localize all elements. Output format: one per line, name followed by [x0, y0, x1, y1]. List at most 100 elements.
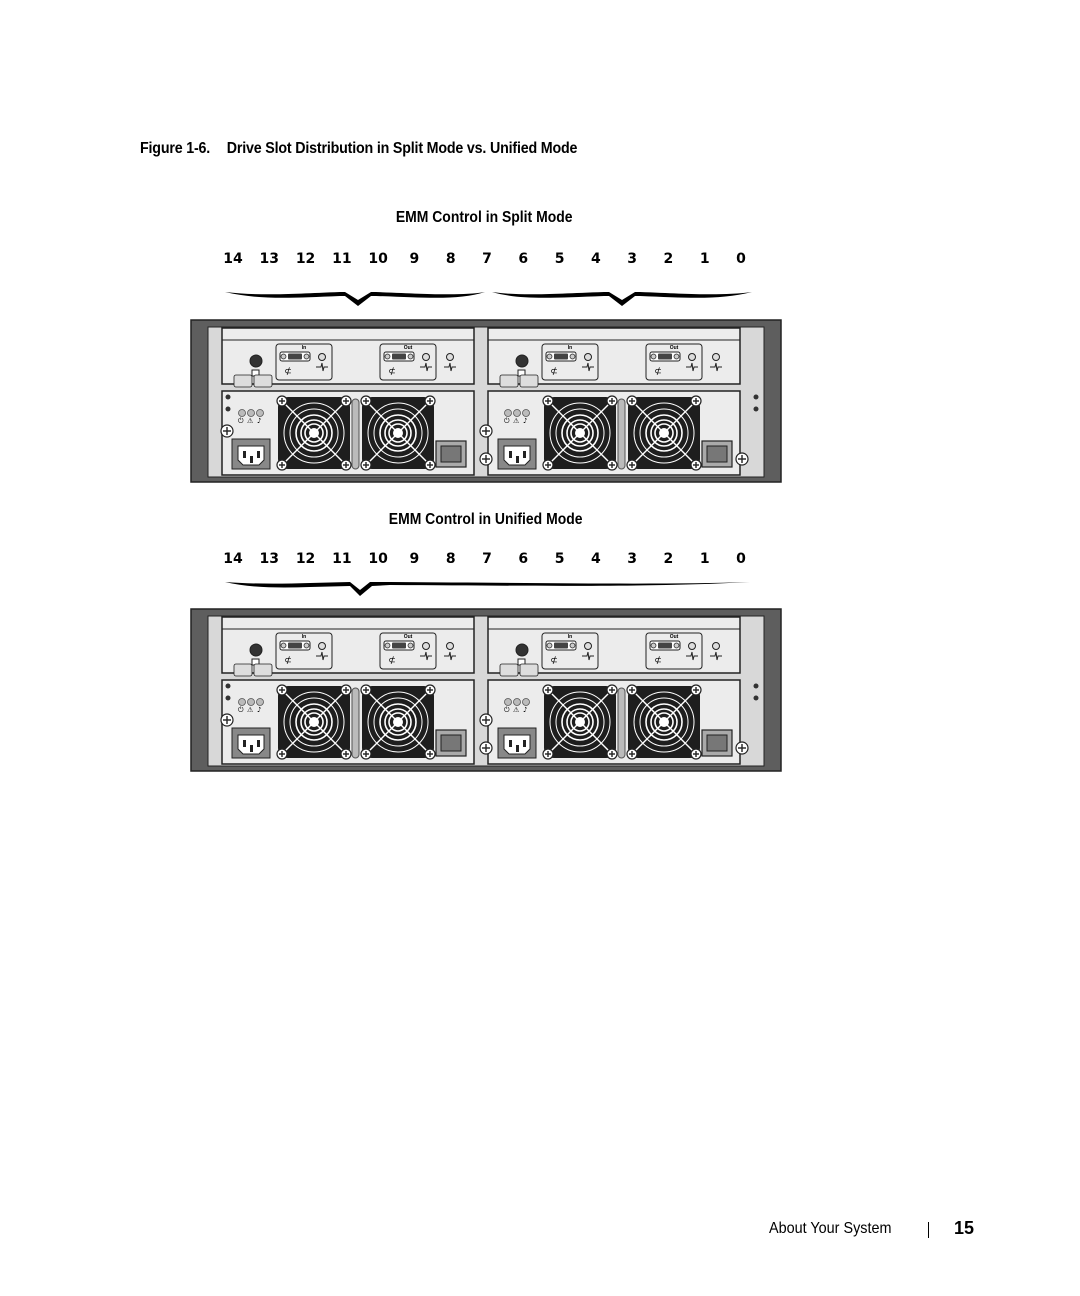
status-led — [422, 353, 430, 361]
screw-icon — [340, 748, 352, 760]
latch-tab — [233, 663, 253, 677]
psu-handle — [617, 687, 626, 759]
slot-number: 5 — [554, 551, 565, 567]
screw-icon — [690, 459, 702, 471]
screw-icon — [626, 395, 638, 407]
psu-status-led — [513, 409, 521, 417]
slot-number: 11 — [332, 251, 352, 267]
cable-icon: ⊄ — [388, 656, 396, 666]
screw-icon — [690, 395, 702, 407]
slot-number: 0 — [736, 551, 746, 567]
status-led — [318, 642, 326, 650]
psu-status-led — [504, 409, 512, 417]
latch-tab — [499, 663, 519, 677]
fan-status-icon: ♪ — [523, 706, 527, 714]
latch-tab — [499, 374, 519, 388]
screw-icon — [360, 459, 372, 471]
sas-connector-icon — [383, 640, 415, 651]
controller-module-left: In ⊄ Out ⊄ ⏻ ⚠ ♪ — [221, 327, 475, 476]
brace-all-slots — [225, 582, 750, 596]
slot-number: 3 — [627, 551, 638, 567]
sas-connector-icon — [545, 351, 577, 362]
slot-number: 7 — [482, 551, 492, 567]
mount-hole — [753, 406, 759, 412]
unified-mode-title: EMM Control in Unified Mode — [388, 511, 583, 528]
mount-hole — [225, 394, 231, 400]
warning-icon: ⚠ — [513, 417, 520, 425]
warning-icon: ⚠ — [247, 706, 254, 714]
port-label: In — [568, 634, 572, 640]
slot-number: 14 — [223, 551, 243, 567]
status-led — [688, 642, 696, 650]
warning-icon: ⚠ — [247, 417, 254, 425]
slot-number: 2 — [663, 551, 674, 567]
screw-icon — [276, 395, 288, 407]
ac-power-inlet-icon — [497, 727, 537, 759]
mount-hole — [225, 695, 231, 701]
screw-icon — [340, 684, 352, 696]
fan-icon — [276, 395, 352, 471]
screw-icon — [424, 395, 436, 407]
screw-icon — [735, 741, 749, 755]
psu-status-led — [238, 409, 246, 417]
serial-port-icon — [249, 354, 263, 368]
controller-module-right: In ⊄ Out ⊄ ⏻ ⚠ ♪ — [487, 327, 741, 476]
psu-status-led — [247, 409, 255, 417]
psu-status-led — [522, 698, 530, 706]
power-icon: ⏻ — [238, 417, 244, 425]
figure-number: Figure 1-6. — [140, 140, 211, 157]
psu-status-led — [256, 698, 264, 706]
screw-icon — [276, 684, 288, 696]
screw-icon — [606, 459, 618, 471]
fan-status-icon: ♪ — [257, 706, 261, 714]
page-number: 15 — [954, 1218, 975, 1238]
slot-number: 10 — [368, 551, 388, 567]
screw-icon — [542, 748, 554, 760]
status-led — [446, 353, 454, 361]
slot-number: 6 — [518, 551, 529, 567]
psu-handle — [351, 398, 360, 470]
screw-icon — [340, 459, 352, 471]
controller-module-right: In ⊄ Out ⊄ ⏻ ⚠ ♪ — [487, 616, 741, 765]
screw-icon — [424, 459, 436, 471]
serial-port-icon — [515, 354, 529, 368]
port-label: In — [302, 345, 306, 351]
ac-power-inlet-icon — [231, 727, 271, 759]
status-led — [446, 642, 454, 650]
screw-icon — [424, 748, 436, 760]
power-switch — [435, 729, 467, 757]
slot-number: 1 — [699, 551, 710, 567]
fan-icon — [626, 395, 702, 471]
cable-icon: ⊄ — [284, 367, 292, 377]
slot-number: 8 — [445, 251, 456, 267]
power-icon: ⏻ — [504, 417, 510, 425]
status-led — [584, 353, 592, 361]
warning-icon: ⚠ — [513, 706, 520, 714]
split-mode-title: EMM Control in Split Mode — [395, 209, 573, 226]
screw-icon — [606, 684, 618, 696]
screw-icon — [542, 684, 554, 696]
screw-icon — [360, 684, 372, 696]
slot-number: 14 — [223, 251, 243, 267]
controller-module-left: In ⊄ Out ⊄ ⏻ ⚠ ♪ — [221, 616, 475, 765]
cable-icon: ⊄ — [550, 367, 558, 377]
screw-icon — [360, 748, 372, 760]
screw-icon — [542, 395, 554, 407]
psu-handle — [351, 687, 360, 759]
cable-icon: ⊄ — [388, 367, 396, 377]
unified-mode-braces — [225, 582, 750, 596]
latch-tab — [519, 663, 539, 677]
fan-status-icon: ♪ — [523, 417, 527, 425]
power-icon: ⏻ — [238, 706, 244, 714]
psu-status-led — [513, 698, 521, 706]
ac-power-inlet-icon — [231, 438, 271, 470]
power-icon: ⏻ — [504, 706, 510, 714]
serial-port-icon — [515, 643, 529, 657]
mount-hole — [225, 406, 231, 412]
fan-icon — [542, 395, 618, 471]
screw-icon — [220, 713, 234, 727]
serial-port-icon — [249, 643, 263, 657]
power-switch — [701, 440, 733, 468]
screw-icon — [276, 459, 288, 471]
port-label: Out — [404, 634, 413, 640]
